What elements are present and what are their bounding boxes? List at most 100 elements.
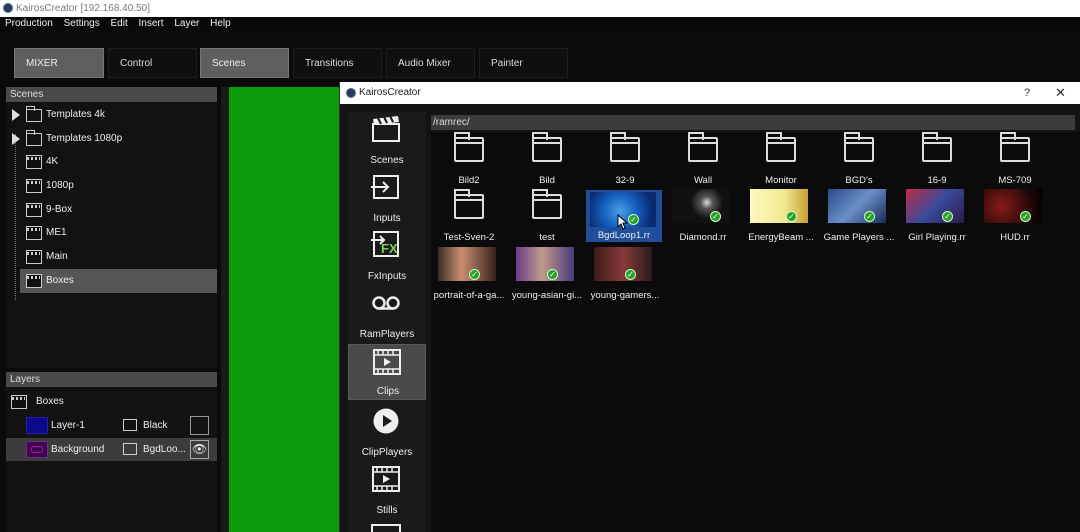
ready-check-icon: ✓ <box>628 214 639 225</box>
folder-item[interactable]: 16-9 <box>899 132 975 188</box>
tree-item-templates-1080p[interactable]: Templates 1080p <box>6 127 217 151</box>
sidebar-item-clips[interactable]: Clips <box>348 344 426 400</box>
layer-row-background[interactable]: Background BgdLoo... 👁 <box>6 438 217 461</box>
input-icon <box>371 175 399 199</box>
expand-arrow-icon[interactable] <box>12 109 20 121</box>
play-circle-icon <box>373 408 399 434</box>
clip-item[interactable]: ✓ young-gamers... <box>587 247 663 303</box>
tree-item-4k[interactable]: 4K <box>6 150 217 174</box>
folder-label: Bild2 <box>458 175 480 186</box>
clip-label: portrait-of-a-ga... <box>433 290 505 301</box>
folder-label: 32-9 <box>615 175 635 186</box>
tree-item-label: Main <box>46 251 68 262</box>
clip-label: young-gamers... <box>590 290 660 301</box>
folder-icon <box>532 132 562 162</box>
tab-painter[interactable]: Painter <box>479 48 568 78</box>
clip-item[interactable]: ✓ EnergyBeam ... <box>743 189 819 245</box>
tab-mixer[interactable]: MIXER <box>14 48 104 78</box>
menu-production[interactable]: Production <box>5 18 53 29</box>
menu-settings[interactable]: Settings <box>64 18 100 29</box>
window-title-bar: KairosCreator [192.168.40.50] <box>0 0 1080 17</box>
panel-splitter[interactable] <box>221 87 229 532</box>
folder-icon <box>610 132 640 162</box>
sidebar-item-label: Scenes <box>370 155 404 166</box>
folder-icon <box>922 132 952 162</box>
clip-thumbnail <box>984 189 1042 223</box>
layer-name: Background <box>51 444 105 455</box>
tree-item-me1[interactable]: ME1 <box>6 221 217 245</box>
tab-transitions[interactable]: Transitions <box>293 48 382 78</box>
folder-item[interactable]: Bild2 <box>431 132 507 188</box>
layer-row-layer-1[interactable]: Layer-1 Black <box>6 414 217 437</box>
clip-item[interactable]: ✓ portrait-of-a-ga... <box>431 247 507 303</box>
folder-item[interactable]: Test-Sven-2 <box>431 189 507 245</box>
sidebar-item-inputs[interactable]: Inputs <box>348 170 426 226</box>
folder-item[interactable]: BGD's <box>821 132 897 188</box>
layers-scene-row[interactable]: Boxes <box>6 390 217 413</box>
tab-audio-mixer-label: Audio Mixer <box>398 58 451 69</box>
tree-item-main[interactable]: Main <box>6 245 217 269</box>
preview-canvas <box>229 87 341 532</box>
sidebar-item-label: Inputs <box>373 213 401 224</box>
tree-item-templates-4k[interactable]: Templates 4k <box>6 103 217 127</box>
tab-control[interactable]: Control <box>108 48 197 78</box>
folder-item[interactable]: Wall <box>665 132 741 188</box>
tab-scenes-label: Scenes <box>212 58 246 69</box>
folder-label: BGD's <box>845 175 873 186</box>
sidebar-item-fxinputs[interactable]: FX FxInputs <box>348 228 426 284</box>
tree-item-1080p[interactable]: 1080p <box>6 174 217 198</box>
folder-label: Monitor <box>765 175 797 186</box>
menu-help[interactable]: Help <box>210 18 231 29</box>
tab-scenes[interactable]: Scenes <box>200 48 289 78</box>
eye-icon[interactable]: 👁 <box>190 440 209 459</box>
folder-item[interactable]: 32-9 <box>587 132 663 188</box>
clip-thumbnail <box>828 189 886 223</box>
visibility-toggle[interactable] <box>190 416 209 435</box>
path-bar[interactable]: /ramrec/ <box>431 115 1075 130</box>
layers-panel: Layers Boxes Layer-1 Black Background Bg… <box>6 372 217 532</box>
folder-icon <box>766 132 796 162</box>
sidebar-item-more[interactable] <box>348 520 426 532</box>
folder-icon <box>688 132 718 162</box>
folder-item[interactable]: Bild <box>509 132 585 188</box>
scene-clapper-icon <box>26 274 42 288</box>
sidebar-item-ramplayers[interactable]: RamPlayers <box>348 286 426 342</box>
clip-thumbnail <box>438 247 496 281</box>
clip-item[interactable]: ✓ young-asian-gi... <box>509 247 585 303</box>
folder-item[interactable]: test <box>509 189 585 245</box>
source-type-sidebar: Scenes Inputs FX FxInputs RamPlayers Cli… <box>348 112 426 532</box>
clip-thumbnail <box>750 189 808 223</box>
ready-check-icon: ✓ <box>469 269 480 280</box>
tree-item-9-box[interactable]: 9-Box <box>6 198 217 222</box>
folder-icon <box>844 132 874 162</box>
folder-item[interactable]: MS-709 <box>977 132 1053 188</box>
scene-clapper-icon <box>11 395 27 409</box>
tab-audio-mixer[interactable]: Audio Mixer <box>386 48 475 78</box>
folder-icon <box>454 132 484 162</box>
close-button[interactable]: ✕ <box>1055 82 1066 104</box>
clip-item[interactable]: ✓ HUD.rr <box>977 189 1053 245</box>
folder-item[interactable]: Monitor <box>743 132 819 188</box>
scene-clapper-icon <box>26 155 42 169</box>
app-root: KairosCreator [192.168.40.50] Production… <box>0 0 1080 532</box>
more-icon <box>371 524 401 532</box>
clip-item[interactable]: ✓ Diamond.rr <box>665 189 741 245</box>
tree-item-boxes[interactable]: Boxes <box>20 269 217 293</box>
sidebar-item-scenes[interactable]: Scenes <box>348 112 426 168</box>
sidebar-item-stills[interactable]: Stills <box>348 462 426 518</box>
clip-item[interactable]: ✓ Girl Playing.rr <box>899 189 975 245</box>
scenes-tree: Templates 4k Templates 1080p 4K 1080p 9-… <box>6 102 217 368</box>
clip-item[interactable]: ✓ Game Players ... <box>821 189 897 245</box>
sidebar-item-clipplayers[interactable]: ClipPlayers <box>348 404 426 460</box>
menu-edit[interactable]: Edit <box>111 18 128 29</box>
menu-layer[interactable]: Layer <box>174 18 199 29</box>
expand-arrow-icon[interactable] <box>12 133 20 145</box>
folder-icon <box>26 130 42 146</box>
sidebar-item-label: Stills <box>376 505 398 516</box>
app-logo-icon <box>3 3 13 13</box>
clip-label: HUD.rr <box>1000 232 1030 243</box>
menu-insert[interactable]: Insert <box>139 18 164 29</box>
help-button[interactable]: ? <box>1024 82 1030 104</box>
film-clip-icon <box>373 349 401 375</box>
clip-label: Diamond.rr <box>679 232 727 243</box>
